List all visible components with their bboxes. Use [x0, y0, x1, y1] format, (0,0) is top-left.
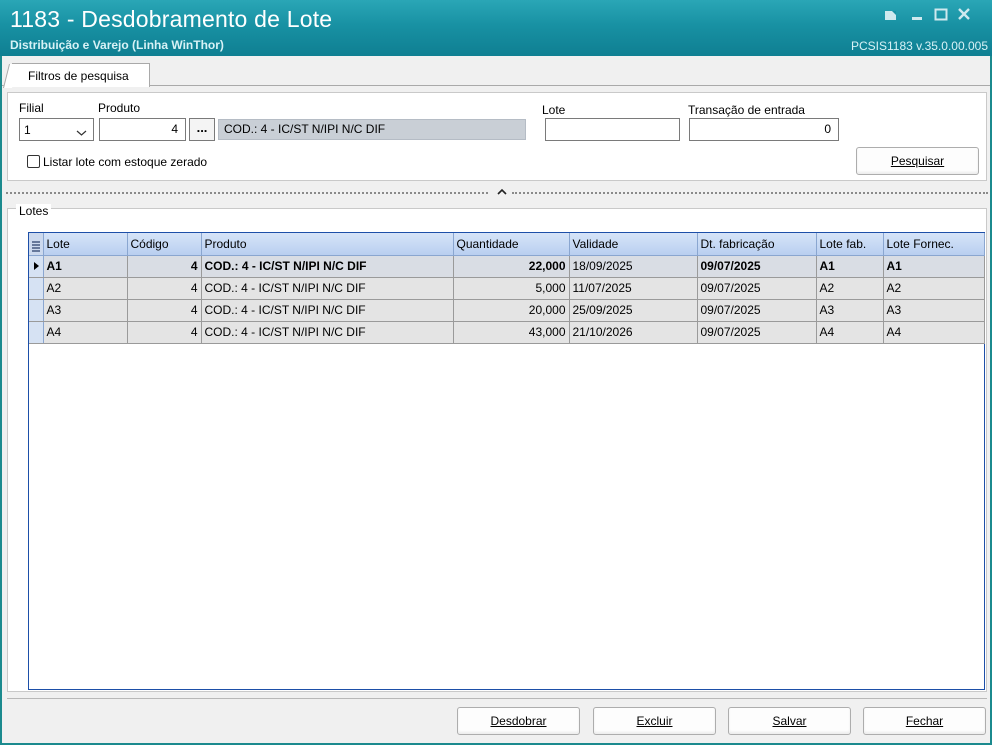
column-header-lote[interactable]: Lote: [43, 233, 128, 256]
column-header-codigo[interactable]: Código: [127, 233, 202, 256]
restore-icon[interactable]: [883, 6, 901, 24]
grid-header-row: Lote Código Produto Quantidade Validade …: [29, 233, 985, 256]
column-header-lote-fab[interactable]: Lote fab.: [816, 233, 884, 256]
salvar-button-label: Salvar: [772, 714, 807, 728]
lote-label: Lote: [542, 103, 566, 117]
cell-quantidade[interactable]: 22,000: [453, 255, 570, 278]
maximize-icon[interactable]: [933, 6, 951, 24]
excluir-button[interactable]: Excluir: [593, 707, 716, 735]
tab-filtros-de-pesquisa[interactable]: Filtros de pesquisa: [12, 63, 150, 87]
lotes-grid[interactable]: Lote Código Produto Quantidade Validade …: [28, 232, 985, 690]
cell-quantidade[interactable]: 43,000: [453, 321, 570, 344]
window-subtitle: Distribuição e Varejo (Linha WinThor): [10, 38, 224, 52]
cell-validade[interactable]: 18/09/2025: [569, 255, 698, 278]
cell-produto[interactable]: COD.: 4 - IC/ST N/IPI N/C DIF: [201, 321, 454, 344]
produto-lookup-button[interactable]: ...: [189, 118, 215, 141]
splitter-dots-right: [512, 192, 988, 195]
cell-lote-fab[interactable]: A1: [816, 255, 884, 278]
table-row[interactable]: A1 4 COD.: 4 - IC/ST N/IPI N/C DIF 22,00…: [29, 255, 985, 278]
tab-label: Filtros de pesquisa: [28, 69, 129, 83]
collapse-arrow-icon[interactable]: [496, 186, 508, 196]
salvar-button[interactable]: Salvar: [728, 707, 851, 735]
fechar-button[interactable]: Fechar: [863, 707, 986, 735]
pesquisar-button-label: Pesquisar: [890, 154, 945, 168]
cell-lote-fornec[interactable]: A4: [883, 321, 985, 344]
cell-fabricacao[interactable]: 09/07/2025: [697, 321, 817, 344]
table-row[interactable]: A3 4 COD.: 4 - IC/ST N/IPI N/C DIF 20,00…: [29, 299, 985, 322]
produto-code-input[interactable]: 4: [99, 118, 186, 141]
excluir-button-label: Excluir: [636, 714, 673, 728]
lotes-table: Lote Código Produto Quantidade Validade …: [29, 233, 985, 344]
window-title: 1183 - Desdobramento de Lote: [10, 6, 333, 32]
cell-lote-fab[interactable]: A2: [816, 277, 884, 300]
row-indicator: [29, 321, 44, 344]
pesquisar-button[interactable]: Pesquisar: [856, 147, 979, 175]
cell-lote-fab[interactable]: A4: [816, 321, 884, 344]
minimize-icon[interactable]: [909, 6, 927, 24]
cell-lote[interactable]: A4: [43, 321, 128, 344]
produto-label: Produto: [98, 101, 141, 115]
produto-description: COD.: 4 - IC/ST N/IPI N/C DIF: [218, 119, 526, 140]
cell-codigo[interactable]: 4: [127, 299, 202, 322]
version-label: PCSIS1183 v.35.0.00.005: [851, 39, 988, 53]
title-bar: 1183 - Desdobramento de Lote Distribuiçã…: [0, 0, 992, 56]
tab-strip: Filtros de pesquisa: [2, 56, 990, 87]
transacao-label: Transação de entrada: [688, 103, 805, 117]
cell-quantidade[interactable]: 20,000: [453, 299, 570, 322]
table-row[interactable]: A4 4 COD.: 4 - IC/ST N/IPI N/C DIF 43,00…: [29, 321, 985, 344]
fechar-button-label: Fechar: [905, 714, 944, 728]
cell-validade[interactable]: 25/09/2025: [569, 299, 698, 322]
cell-lote-fab[interactable]: A3: [816, 299, 884, 322]
column-header-lote-fornec[interactable]: Lote Fornec.: [883, 233, 985, 256]
cell-produto[interactable]: COD.: 4 - IC/ST N/IPI N/C DIF: [201, 255, 454, 278]
client-area: Filtros de pesquisa Filial 1 Produto 4 .…: [2, 56, 990, 743]
transacao-input[interactable]: 0: [689, 118, 839, 141]
cell-produto[interactable]: COD.: 4 - IC/ST N/IPI N/C DIF: [201, 277, 454, 300]
cell-validade[interactable]: 21/10/2026: [569, 321, 698, 344]
row-indicator: [29, 277, 44, 300]
column-header-fabricacao[interactable]: Dt. fabricação: [697, 233, 817, 256]
filial-label: Filial: [19, 101, 44, 115]
lotes-title: Lotes: [16, 204, 52, 218]
desdobrar-button-label: Desdobrar: [490, 714, 547, 728]
desdobrar-button[interactable]: Desdobrar: [457, 707, 580, 735]
close-icon[interactable]: [956, 6, 974, 24]
listar-zerado-label[interactable]: Listar lote com estoque zerado: [43, 155, 207, 169]
row-indicator: [29, 299, 44, 322]
cell-lote-fornec[interactable]: A1: [883, 255, 985, 278]
cell-lote[interactable]: A1: [43, 255, 128, 278]
table-row[interactable]: A2 4 COD.: 4 - IC/ST N/IPI N/C DIF 5,000…: [29, 277, 985, 300]
cell-lote[interactable]: A2: [43, 277, 128, 300]
cell-fabricacao[interactable]: 09/07/2025: [697, 299, 817, 322]
filial-select[interactable]: 1: [19, 118, 94, 141]
cell-codigo[interactable]: 4: [127, 255, 202, 278]
cell-codigo[interactable]: 4: [127, 277, 202, 300]
column-header-quantidade[interactable]: Quantidade: [453, 233, 570, 256]
cell-fabricacao[interactable]: 09/07/2025: [697, 277, 817, 300]
lote-input[interactable]: [545, 118, 680, 141]
cell-validade[interactable]: 11/07/2025: [569, 277, 698, 300]
lotes-group: Lotes Lote Código Produto Quantidade Val…: [7, 204, 987, 692]
cell-produto[interactable]: COD.: 4 - IC/ST N/IPI N/C DIF: [201, 299, 454, 322]
cell-lote-fornec[interactable]: A2: [883, 277, 985, 300]
column-header-validade[interactable]: Validade: [569, 233, 698, 256]
cell-quantidade[interactable]: 5,000: [453, 277, 570, 300]
splitter-dots-left: [6, 192, 488, 195]
filial-value: 1: [24, 123, 31, 137]
column-chooser-icon[interactable]: [29, 233, 44, 256]
cell-lote[interactable]: A3: [43, 299, 128, 322]
row-pointer-icon: [29, 255, 44, 278]
cell-codigo[interactable]: 4: [127, 321, 202, 344]
cell-lote-fornec[interactable]: A3: [883, 299, 985, 322]
chevron-down-icon[interactable]: [76, 126, 87, 140]
filters-panel: Filial 1 Produto 4 ... COD.: 4 - IC/ST N…: [7, 92, 987, 181]
column-header-produto[interactable]: Produto: [201, 233, 454, 256]
panel-splitter[interactable]: [6, 188, 988, 198]
cell-fabricacao[interactable]: 09/07/2025: [697, 255, 817, 278]
action-bar: Desdobrar Excluir Salvar Fechar: [7, 698, 987, 740]
listar-zerado-checkbox[interactable]: [27, 155, 40, 168]
